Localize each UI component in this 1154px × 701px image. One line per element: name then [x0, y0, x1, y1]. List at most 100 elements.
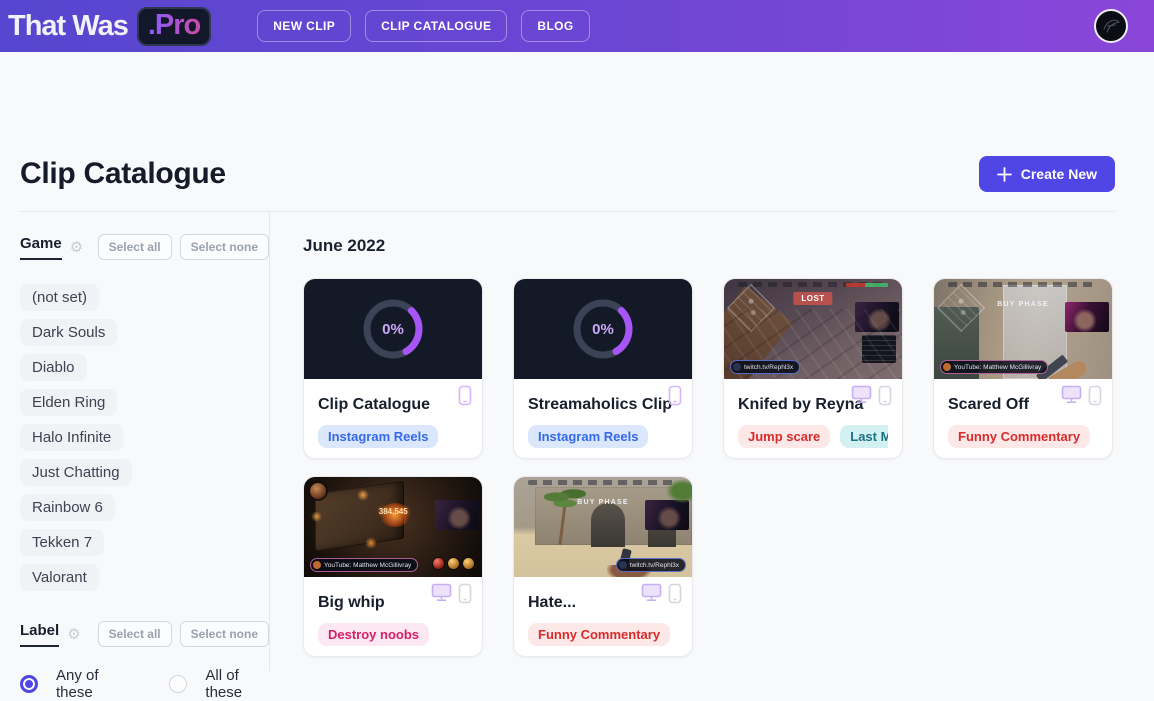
phone-format-icon: [458, 385, 472, 406]
label-select-none-button[interactable]: Select none: [179, 621, 269, 647]
clip-card[interactable]: BUY PHASE YouTube: Matthew McGillivray S…: [933, 278, 1113, 459]
clip-tag: Funny Commentary: [528, 623, 671, 646]
watermark-avatar: [733, 363, 741, 371]
thumb-decor: [310, 483, 326, 499]
create-new-button[interactable]: Create New: [978, 156, 1115, 192]
phone-format-icon: [668, 385, 682, 406]
avatar-swoosh-icon: [1103, 19, 1121, 33]
logo-pro-box: .Pro: [136, 6, 212, 46]
user-avatar[interactable]: [1094, 9, 1128, 43]
monitor-format-icon: [641, 583, 662, 602]
clip-tag: Instagram Reels: [528, 425, 649, 448]
phone-format-icon: [668, 583, 682, 604]
facecam-overlay: [855, 302, 899, 332]
page-title: Clip Catalogue: [20, 157, 226, 190]
label-match-radio-group: Any of these All of these: [20, 667, 269, 701]
game-chip-list: (not set) Dark Souls Diablo Elden Ring H…: [20, 284, 269, 591]
clip-card[interactable]: 384,545 YouTube: Matthew McGillivray Big…: [303, 476, 483, 657]
facecam-overlay: [435, 500, 479, 530]
label-select-all-button[interactable]: Select all: [97, 621, 172, 647]
thumb-decor: [364, 537, 377, 549]
thumb-overlay-text: BUY PHASE: [577, 499, 629, 506]
nav-link-new-clip[interactable]: NEW CLIP: [257, 10, 352, 42]
clip-tag: Instagram Reels: [318, 425, 439, 448]
thumb-overlay-text: LOST: [793, 292, 833, 305]
progress-thumbnail: 0%: [304, 279, 482, 379]
game-chip-diablo[interactable]: Diablo: [20, 354, 87, 381]
label-filter-header: Label ⚙ Select all Select none: [20, 621, 269, 647]
watermark-badge: twitch.tv/Rephl3x: [615, 558, 686, 572]
radio-all-of-these[interactable]: [169, 675, 188, 693]
phone-format-icon: [1088, 385, 1102, 406]
thumb-decor: [433, 558, 444, 569]
nav-link-blog[interactable]: BLOG: [521, 10, 590, 42]
thumb-overlay-text: BUY PHASE: [997, 301, 1049, 308]
progress-thumbnail: 0%: [514, 279, 692, 379]
game-select-all-button[interactable]: Select all: [97, 234, 172, 260]
game-settings-gear-icon[interactable]: ⚙: [70, 240, 83, 255]
game-chip-valorant[interactable]: Valorant: [20, 564, 99, 591]
game-select-none-button[interactable]: Select none: [179, 234, 269, 260]
progress-ring: 0%: [571, 297, 635, 361]
game-chip-elden-ring[interactable]: Elden Ring: [20, 389, 118, 416]
thumb-hud: [948, 282, 1098, 287]
radio-any-of-these[interactable]: [20, 675, 38, 693]
card-body: Streamaholics Clip Instagram Reels: [514, 379, 692, 448]
card-body: Clip Catalogue Instagram Reels: [304, 379, 482, 448]
phone-format-icon: [878, 385, 892, 406]
watermark-avatar: [313, 561, 321, 569]
nav-link-clip-catalogue[interactable]: CLIP CATALOGUE: [365, 10, 508, 42]
game-chip-not-set[interactable]: (not set): [20, 284, 100, 311]
thumb-decor: [463, 558, 474, 569]
clip-card[interactable]: 0% Clip Catalogue Instagram Reels: [303, 278, 483, 459]
thumbnail-image: 384,545 YouTube: Matthew McGillivray: [304, 477, 482, 577]
clip-title: Streamaholics Clip: [528, 396, 673, 413]
clip-tag: Last Man Standing: [840, 425, 888, 448]
monitor-format-icon: [1061, 385, 1082, 404]
thumb-decor: [544, 481, 587, 513]
card-body: Big whip Destroy noobs: [304, 577, 482, 646]
thumb-minimap: [726, 283, 776, 333]
card-body: Knifed by Reyna Jump scare Last Man Stan…: [724, 379, 902, 448]
clip-card[interactable]: 0% Streamaholics Clip Instagram Reels: [513, 278, 693, 459]
game-chip-tekken-7[interactable]: Tekken 7: [20, 529, 105, 556]
logo[interactable]: That Was .Pro: [8, 6, 212, 46]
progress-percent: 0%: [592, 320, 614, 338]
radio-any-label[interactable]: Any of these: [56, 667, 127, 701]
thumb-decor: [862, 335, 896, 363]
facecam-overlay: [645, 500, 689, 530]
progress-ring: 0%: [361, 297, 425, 361]
thumb-decor: [590, 503, 625, 547]
radio-all-label[interactable]: All of these: [205, 667, 269, 701]
watermark-text: YouTube: Matthew McGillivray: [324, 561, 412, 569]
watermark-badge: YouTube: Matthew McGillivray: [310, 558, 419, 572]
game-chip-halo-infinite[interactable]: Halo Infinite: [20, 424, 124, 451]
page-header: Clip Catalogue Create New: [20, 156, 1115, 192]
clip-grid-main: June 2022 0% Clip Catalogue Instagram Re…: [270, 212, 1115, 671]
clip-title: Clip Catalogue: [318, 396, 431, 413]
watermark-avatar: [943, 363, 951, 371]
game-chip-rainbow-6[interactable]: Rainbow 6: [20, 494, 115, 521]
label-filter-title: Label: [20, 622, 60, 647]
thumb-healthbar: [846, 283, 888, 287]
clip-card[interactable]: BUY PHASE twitch.tv/Rephl3x Hate... Funn…: [513, 476, 693, 657]
card-body: Scared Off Funny Commentary: [934, 379, 1112, 448]
monitor-format-icon: [851, 385, 872, 404]
progress-percent: 0%: [382, 320, 404, 338]
game-chip-dark-souls[interactable]: Dark Souls: [20, 319, 118, 346]
navbar: That Was .Pro NEW CLIP CLIP CATALOGUE BL…: [0, 0, 1154, 52]
clip-card[interactable]: LOST twitch.tv/Rephl3x Knifed by Reyna J…: [723, 278, 903, 459]
game-filter-header: Game ⚙ Select all Select none: [20, 234, 269, 260]
phone-format-icon: [458, 583, 472, 604]
cards-grid: 0% Clip Catalogue Instagram Reels 0% Str…: [303, 278, 1115, 657]
label-settings-gear-icon[interactable]: ⚙: [67, 627, 80, 642]
thumbnail-image: BUY PHASE YouTube: Matthew McGillivray: [934, 279, 1112, 379]
thumb-decor: [666, 479, 692, 503]
watermark-text: YouTube: Matthew McGillivray: [954, 363, 1042, 371]
game-chip-just-chatting[interactable]: Just Chatting: [20, 459, 132, 486]
logo-pro-text: .Pro: [147, 8, 201, 41]
thumbnail-image: LOST twitch.tv/Rephl3x: [724, 279, 902, 379]
facecam-overlay: [1065, 302, 1109, 332]
logo-text: That Was: [8, 9, 129, 42]
thumb-overlay-text: 384,545: [378, 507, 408, 516]
